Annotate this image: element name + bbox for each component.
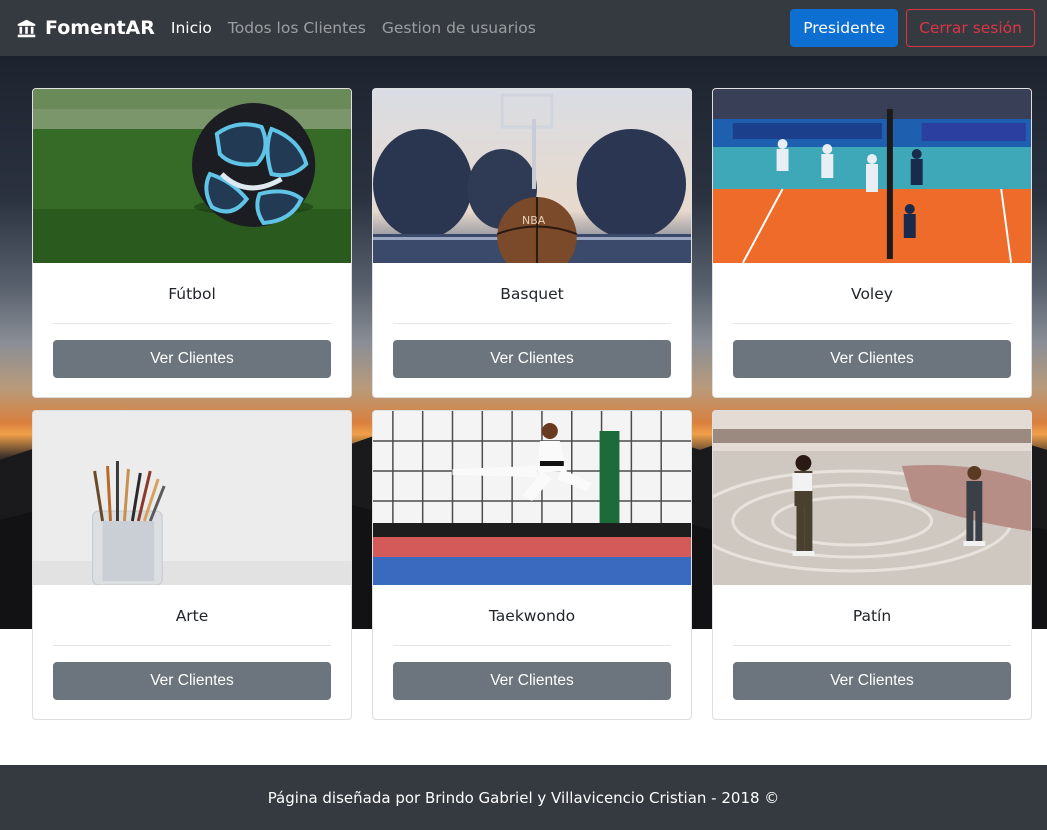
- sport-title: Voley: [851, 285, 893, 303]
- ver-clientes-button[interactable]: Ver Clientes: [733, 662, 1011, 700]
- sport-card-basquet: NBA Basquet Ver Clientes: [372, 88, 692, 398]
- nav-link-gestion-usuarios[interactable]: Gestion de usuarios: [382, 19, 536, 37]
- voley-image: [713, 89, 1031, 263]
- brand-name: FomentAR: [45, 17, 155, 39]
- futbol-image: [33, 89, 351, 263]
- divider: [393, 323, 671, 324]
- sport-title: Patín: [852, 607, 892, 625]
- sports-grid: Fútbol Ver Clientes NBA Basquet Ver Clie…: [32, 88, 1032, 720]
- sport-title: Taekwondo: [488, 607, 576, 625]
- divider: [393, 645, 671, 646]
- footer: Página diseñada por Brindo Gabriel y Vil…: [0, 765, 1047, 830]
- sport-card-voley: Voley Ver Clientes: [712, 88, 1032, 398]
- divider: [53, 645, 331, 646]
- sport-card-arte: Arte Ver Clientes: [32, 410, 352, 720]
- divider: [53, 323, 331, 324]
- logout-button[interactable]: Cerrar sesión: [906, 9, 1035, 47]
- top-navbar: FomentAR Inicio Todos los Clientes Gesti…: [0, 0, 1047, 56]
- ver-clientes-button[interactable]: Ver Clientes: [733, 340, 1011, 378]
- taekwondo-image: [373, 411, 691, 585]
- sport-card-taekwondo: Taekwondo Ver Clientes: [372, 410, 692, 720]
- nav-link-inicio[interactable]: Inicio: [171, 19, 212, 37]
- divider: [733, 645, 1011, 646]
- footer-text: Página diseñada por Brindo Gabriel y Vil…: [267, 788, 780, 807]
- ver-clientes-button[interactable]: Ver Clientes: [53, 340, 331, 378]
- brand[interactable]: FomentAR: [16, 17, 155, 39]
- ver-clientes-button[interactable]: Ver Clientes: [393, 662, 671, 700]
- sport-title: Fútbol: [168, 285, 216, 303]
- arte-image: [33, 411, 351, 585]
- basquet-image: NBA: [373, 89, 691, 263]
- sport-card-futbol: Fútbol Ver Clientes: [32, 88, 352, 398]
- sport-card-patin: Patín Ver Clientes: [712, 410, 1032, 720]
- divider: [733, 323, 1011, 324]
- nav-link-todos-clientes[interactable]: Todos los Clientes: [228, 19, 366, 37]
- role-button[interactable]: Presidente: [790, 9, 899, 47]
- sport-title: Basquet: [500, 285, 564, 303]
- ver-clientes-button[interactable]: Ver Clientes: [393, 340, 671, 378]
- patin-image: [713, 411, 1031, 585]
- ver-clientes-button[interactable]: Ver Clientes: [53, 662, 331, 700]
- sport-title: Arte: [175, 607, 209, 625]
- institution-icon: [17, 19, 36, 37]
- svg-text:NBA: NBA: [522, 214, 546, 227]
